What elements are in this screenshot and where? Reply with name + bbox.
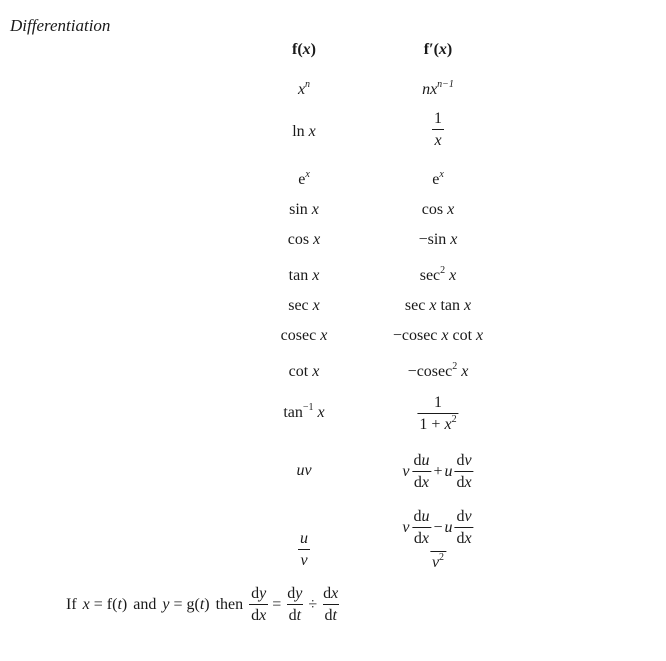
row-fp-cosx: −sin x	[418, 231, 458, 248]
row-f-cosecx: cosec x	[280, 327, 328, 344]
row-fp-uv: v du dx + u dv dx	[402, 452, 474, 492]
row-fp-cosecx: −cosec x cot x	[392, 327, 484, 344]
row-fp-sinx: cos x	[421, 201, 455, 218]
row-f-ex: ex	[298, 169, 310, 188]
row-fp-tanx: sec2 x	[419, 265, 457, 284]
row-f-lnx: ln x	[292, 123, 316, 140]
row-f-u-over-v: uv	[298, 530, 310, 570]
row-f-arctanx: tan−1 x	[283, 402, 325, 421]
row-fp-lnx: 1x	[432, 110, 444, 150]
parametric-rule: If x = f(t) and y = g(t) then dy dx = dy d…	[66, 585, 339, 625]
row-fp-secx: sec x tan x	[404, 297, 472, 314]
row-fp-ex: ex	[432, 169, 444, 188]
row-fp-u-over-v: v du dx − u dv dx v2	[402, 508, 474, 571]
row-f-tanx: tan x	[288, 267, 320, 284]
header-f: f(x)	[292, 41, 316, 58]
row-fp-xn: nxn−1	[422, 79, 454, 98]
row-f-cotx: cot x	[288, 363, 320, 380]
row-fp-arctanx: 11 + x2	[417, 394, 459, 434]
row-f-secx: sec x	[288, 297, 320, 314]
header-f-prime: f′(x)	[423, 41, 453, 58]
page-title: Differentiation	[10, 16, 111, 35]
row-f-xn: xn	[297, 79, 311, 98]
row-f-cosx: cos x	[287, 231, 321, 248]
row-fp-cotx: −cosec2 x	[407, 361, 469, 380]
row-f-uv: uv	[296, 462, 312, 479]
row-f-sinx: sin x	[289, 201, 319, 218]
